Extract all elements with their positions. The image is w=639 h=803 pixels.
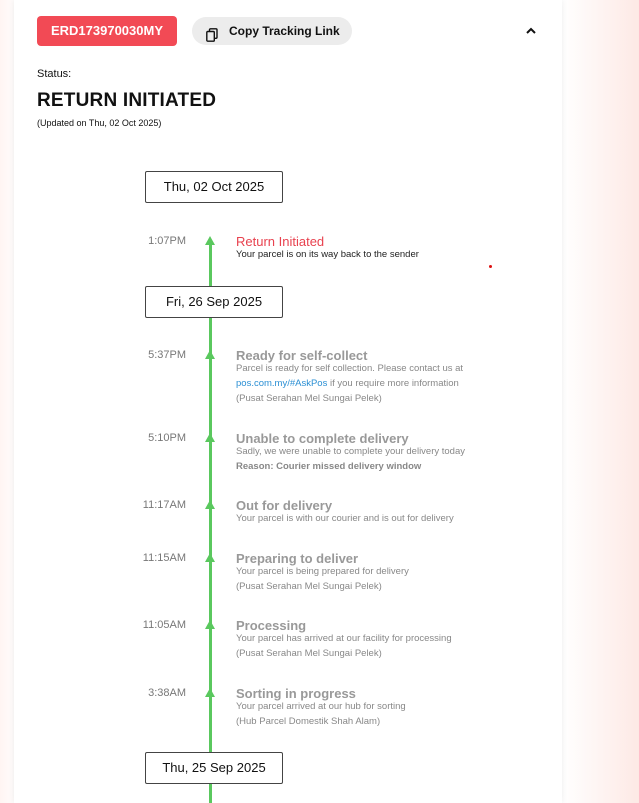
status-dot <box>489 265 492 268</box>
event-title: Out for delivery <box>236 498 333 513</box>
event-description: Your parcel arrived at our hub for sorti… <box>236 701 406 712</box>
timeline-arrow-icon <box>205 350 215 359</box>
timeline-arrow-icon <box>205 500 215 509</box>
event-time: 11:05AM <box>142 619 186 631</box>
event-description: Sadly, we were unable to complete your d… <box>236 446 466 457</box>
copy-tracking-link-label: Copy Tracking Link <box>229 24 340 38</box>
date-header: Fri, 26 Sep 2025 <box>145 286 283 318</box>
event-title: Ready for self-collect <box>236 348 368 363</box>
event-title: Preparing to deliver <box>236 551 359 566</box>
event-time: 11:15AM <box>142 552 186 564</box>
event-time: 1:07PM <box>148 235 186 247</box>
timeline-line <box>209 241 212 803</box>
event-description: pos.com.my/#AskPos if you require more i… <box>236 377 459 391</box>
status-value: RETURN INITIATED <box>37 90 217 111</box>
event-location: (Pusat Serahan Mel Sungai Pelek) <box>236 581 382 592</box>
event-description: Your parcel is with our courier and is o… <box>236 513 454 524</box>
timeline-arrow-icon <box>205 433 215 442</box>
timeline-arrow-icon <box>205 236 215 245</box>
event-description: Your parcel is being prepared for delive… <box>236 566 409 577</box>
tracking-card: ERD173970030MY Copy Tracking Link Status… <box>14 0 562 803</box>
event-time: 5:10PM <box>148 432 186 444</box>
status-updated-date: (Updated on Thu, 02 Oct 2025) <box>37 118 162 128</box>
event-time: 5:37PM <box>148 349 186 361</box>
copy-icon <box>206 24 218 42</box>
event-description: Your parcel has arrived at our facility … <box>236 633 452 644</box>
event-description: Your parcel is on its way back to the se… <box>236 249 419 260</box>
timeline-arrow-icon <box>205 620 215 629</box>
chevron-up-icon[interactable] <box>524 24 538 38</box>
timeline-arrow-icon <box>205 553 215 562</box>
event-title: Return Initiated <box>236 234 325 249</box>
event-time: 11:17AM <box>142 499 186 511</box>
event-title: Unable to complete delivery <box>236 431 409 446</box>
event-location: (Pusat Serahan Mel Sungai Pelek) <box>236 648 382 659</box>
event-location: (Pusat Serahan Mel Sungai Pelek) <box>236 393 382 404</box>
event-title: Processing <box>236 618 307 633</box>
event-description-cont: if you require more information <box>327 378 459 389</box>
askpos-link[interactable]: pos.com.my/#AskPos <box>236 378 327 389</box>
event-description: Parcel is ready for self collection. Ple… <box>236 363 464 374</box>
event-title: Sorting in progress <box>236 686 356 701</box>
event-location: (Hub Parcel Domestik Shah Alam) <box>236 716 381 727</box>
timeline-arrow-icon <box>205 688 215 697</box>
event-reason: Reason: Courier missed delivery window <box>236 461 422 472</box>
event-time: 3:38AM <box>148 687 186 699</box>
status-label: Status: <box>37 68 72 80</box>
tracking-number-badge[interactable]: ERD173970030MY <box>37 16 177 46</box>
date-header: Thu, 25 Sep 2025 <box>145 752 283 784</box>
date-header: Thu, 02 Oct 2025 <box>145 171 283 203</box>
copy-tracking-link-button[interactable]: Copy Tracking Link <box>192 17 352 45</box>
